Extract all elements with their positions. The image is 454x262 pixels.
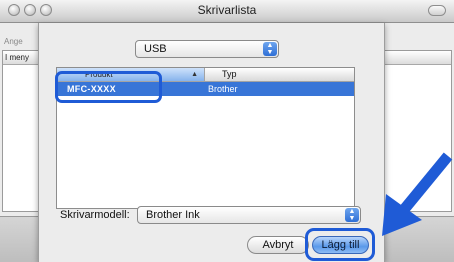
printer-model-label: Skrivarmodell:	[60, 209, 130, 221]
background-label: Ange	[4, 37, 23, 46]
product-callout-highlight	[55, 71, 162, 103]
printer-model-popup[interactable]: Brother Ink ▲ ▼	[137, 206, 361, 224]
sort-arrow-icon: ▲	[191, 71, 198, 78]
popup-arrows-icon: ▲ ▼	[263, 42, 277, 56]
column-header-type[interactable]: Typ	[222, 68, 237, 81]
connection-type-value: USB	[144, 43, 167, 55]
pointer-arrow-icon	[382, 152, 453, 236]
popup-arrows-icon: ▲ ▼	[345, 208, 359, 222]
connection-type-popup[interactable]: USB ▲ ▼	[135, 40, 279, 58]
window-title: Skrivarlista	[197, 3, 257, 17]
add-button-callout-highlight	[305, 228, 375, 261]
title-bar: Skrivarlista	[0, 0, 454, 23]
toolbar-toggle-button[interactable]	[428, 5, 446, 16]
add-printer-sheet: USB ▲ ▼ Produkt ▲ Typ MFC-XXXX Brother Sk…	[38, 23, 385, 262]
printer-list-window: Skrivarlista Ange I meny USB ▲ ▼ Produkt …	[0, 0, 454, 262]
cancel-button[interactable]: Avbryt	[247, 236, 309, 254]
printer-row-type: Brother	[208, 84, 238, 94]
printer-model-value: Brother Ink	[146, 209, 200, 221]
